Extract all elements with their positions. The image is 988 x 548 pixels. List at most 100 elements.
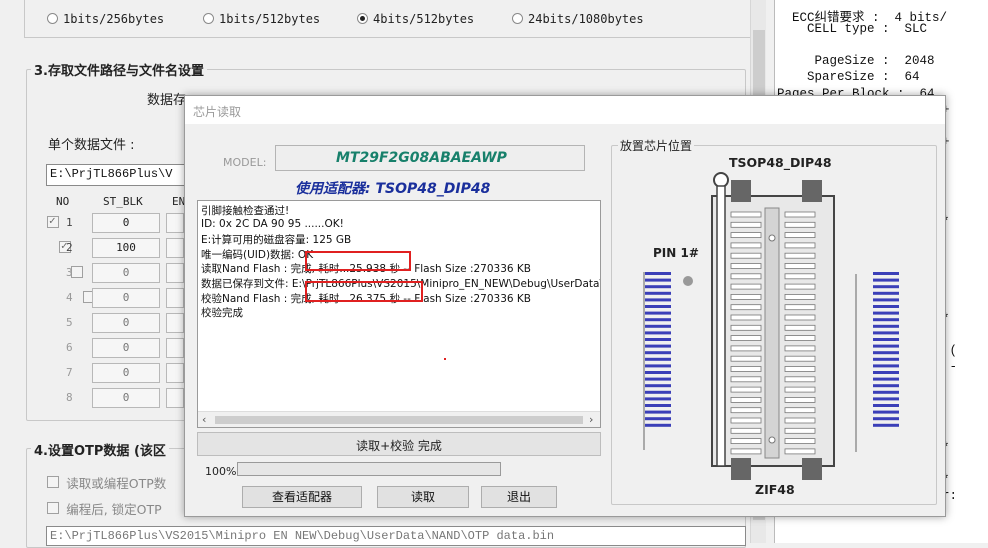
status-text: 读取+校验 完成 (356, 439, 442, 453)
status-bar: 读取+校验 完成 (197, 432, 601, 456)
zif-contact (784, 438, 816, 445)
zif-contact (730, 407, 762, 414)
checkbox-icon[interactable] (47, 476, 59, 488)
ecc-option-4[interactable]: 24bits/1080bytes (512, 12, 644, 26)
tsop-pin (873, 351, 899, 355)
tsop-pin (873, 397, 899, 401)
log-line: PageSize : 2048 (777, 54, 935, 69)
st-blk-field[interactable]: 0 (92, 388, 160, 408)
tsop-pin (645, 278, 671, 282)
zif-contact (730, 252, 762, 259)
log-output: 引脚接触检查通过! ID: 0x 2C DA 90 95 ......OK! E:计… (197, 200, 601, 428)
ecc-option-2[interactable]: 1bits/512bytes (203, 12, 320, 26)
zif-contact (784, 386, 816, 393)
tsop-pin (873, 298, 899, 302)
tsop-pin (645, 305, 671, 308)
en-blk-field[interactable] (166, 238, 184, 258)
single-file-path-input[interactable]: E:\PrjTL866Plus\V (46, 164, 196, 186)
dialog-log-line: ID: 0x 2C DA 90 95 ......OK! (201, 217, 344, 230)
st-blk-field[interactable]: 0 (92, 338, 160, 358)
zif-contact (784, 221, 816, 228)
read-button[interactable]: 读取 (377, 486, 469, 508)
model-label: MODEL: (223, 156, 267, 169)
radio-icon[interactable] (47, 13, 58, 24)
single-file-label: 单个数据文件 : (48, 138, 135, 153)
en-blk-field[interactable] (166, 363, 184, 383)
en-blk-field[interactable] (166, 213, 184, 233)
zif-contact (730, 417, 762, 424)
tsop-pin (645, 285, 671, 289)
zif-contact (730, 376, 762, 383)
zif-contact (730, 221, 762, 228)
en-blk-field[interactable] (166, 338, 184, 358)
lever-base (731, 180, 751, 202)
row-checkbox[interactable] (71, 266, 83, 278)
tsop-pin (645, 423, 671, 427)
st-blk-field[interactable]: 0 (92, 313, 160, 333)
tsop-pin (873, 285, 899, 289)
tsop-pin (873, 305, 899, 308)
zif-contact (730, 386, 762, 393)
view-adapter-button[interactable]: 查看适配器 (242, 486, 362, 508)
en-blk-field[interactable] (166, 288, 184, 308)
zif-contact (784, 448, 816, 455)
tsop-right-pins (873, 272, 899, 427)
otp-lock-option[interactable]: 编程后, 锁定OTP (47, 499, 162, 518)
zif-contact (730, 366, 762, 372)
zif-contact (784, 283, 816, 290)
exit-button[interactable]: 退出 (481, 486, 557, 508)
en-blk-field[interactable] (166, 263, 184, 283)
progress-bar (237, 462, 501, 476)
highlight-box-read-time (305, 251, 411, 271)
st-blk-field[interactable]: 0 (92, 213, 160, 233)
tsop-pin (645, 311, 671, 315)
row-checkbox[interactable] (47, 214, 59, 228)
en-blk-field[interactable] (166, 388, 184, 408)
otp-read-option[interactable]: 读取或编程OTP数 (47, 473, 166, 492)
en-blk-field[interactable] (166, 313, 184, 333)
zif-contact (784, 324, 816, 331)
zif-contact (784, 335, 816, 342)
radio-selected-icon[interactable] (357, 13, 368, 24)
otp-file-path-input[interactable]: E:\PrjTL866Plus\VS2015\Minipro EN NEW\De… (46, 526, 746, 546)
zif-contact (784, 407, 816, 414)
row-number: 2 (66, 241, 73, 254)
scrollbar-thumb[interactable] (215, 416, 583, 424)
socket-hole (768, 436, 776, 444)
zif-contact (784, 263, 816, 269)
zif-contact (730, 242, 762, 249)
tsop-pin (873, 410, 899, 414)
checkbox-icon[interactable] (47, 502, 59, 514)
zif-contact (784, 252, 816, 259)
ecc-option-1[interactable]: 1bits/256bytes (47, 12, 164, 26)
socket-corner (802, 180, 822, 202)
radio-icon[interactable] (512, 13, 523, 24)
progress-fill (238, 463, 500, 475)
zif-contact (730, 304, 762, 311)
tsop-pin (873, 324, 899, 328)
ecc-option-3[interactable]: 4bits/512bytes (357, 12, 474, 26)
row-number: 4 (66, 291, 73, 304)
col-header-st-blk: ST_BLK (103, 195, 143, 208)
zif-contact (784, 417, 816, 424)
st-blk-field[interactable]: 0 (92, 288, 160, 308)
col-header-no: NO (56, 195, 70, 208)
tsop-pin (645, 357, 671, 361)
tsop-pin (873, 357, 899, 361)
row-number: 1 (66, 216, 73, 229)
radio-icon[interactable] (203, 13, 214, 24)
dialog-log-line: 校验完成 (201, 307, 243, 320)
st-blk-field[interactable]: 0 (92, 363, 160, 383)
tsop-pin (873, 417, 899, 421)
scroll-left-icon[interactable]: ‹ (202, 413, 206, 426)
st-blk-field[interactable]: 0 (92, 263, 160, 283)
log-hscrollbar[interactable]: ‹ › (198, 411, 600, 427)
tsop-pin (873, 423, 899, 427)
tsop-pin (645, 371, 671, 374)
row-number: 6 (66, 341, 73, 354)
scroll-right-icon[interactable]: › (589, 413, 593, 426)
st-blk-field[interactable]: 100 (92, 238, 160, 258)
adapter-text: 使用适配器: TSOP48_DIP48 (295, 181, 491, 197)
zif-contact (784, 304, 816, 311)
tsop-pin (873, 331, 899, 335)
